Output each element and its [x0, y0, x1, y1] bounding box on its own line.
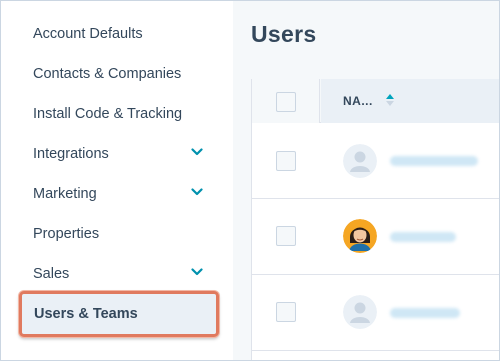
sidebar-item-label: Contacts & Companies	[33, 66, 182, 82]
select-all-checkbox[interactable]	[276, 92, 296, 112]
row-checkbox[interactable]	[276, 151, 296, 171]
table-row[interactable]	[252, 200, 499, 275]
settings-sidebar: Account Defaults Contacts & Companies In…	[1, 1, 233, 360]
select-all-cell	[252, 79, 320, 123]
page-title: Users	[251, 21, 317, 47]
sidebar-item-marketing[interactable]: Marketing	[19, 174, 215, 214]
default-avatar-icon	[343, 295, 377, 329]
default-avatar-icon	[343, 144, 377, 178]
sidebar-item-integrations[interactable]: Integrations	[19, 134, 215, 174]
sidebar-item-install-code-tracking[interactable]: Install Code & Tracking	[19, 94, 215, 134]
table-row[interactable]	[252, 276, 499, 351]
user-photo-avatar	[343, 219, 377, 253]
sidebar-item-sales[interactable]: Sales	[19, 254, 215, 294]
sidebar-item-label: Integrations	[33, 146, 109, 162]
sidebar-item-label: Sales	[33, 266, 70, 282]
row-checkbox[interactable]	[276, 226, 296, 246]
sidebar-item-account-defaults[interactable]: Account Defaults	[19, 14, 215, 54]
user-name-link[interactable]	[390, 308, 460, 318]
table-header: NA...	[252, 79, 499, 123]
chevron-down-icon[interactable]	[191, 146, 203, 158]
settings-window: Account Defaults Contacts & Companies In…	[0, 0, 500, 361]
sidebar-item-label: Properties	[33, 226, 100, 242]
sidebar-item-label: Marketing	[33, 186, 97, 202]
name-column-header[interactable]: NA...	[321, 79, 499, 123]
user-name-link[interactable]	[390, 156, 478, 166]
sidebar-item-contacts-companies[interactable]: Contacts & Companies	[19, 54, 215, 94]
sidebar-item-label: Users & Teams	[34, 306, 138, 322]
chevron-down-icon[interactable]	[191, 186, 203, 198]
sidebar-item-label: Install Code & Tracking	[33, 106, 183, 122]
users-table: NA...	[251, 79, 499, 360]
sidebar-item-properties[interactable]: Properties	[19, 214, 215, 254]
column-header-label: NA...	[343, 94, 373, 108]
chevron-down-icon[interactable]	[191, 266, 203, 278]
table-row[interactable]	[252, 124, 499, 199]
user-name-link[interactable]	[390, 232, 456, 242]
main-content: Users NA...	[233, 1, 499, 360]
sort-ascending-icon[interactable]	[385, 93, 395, 107]
sidebar-item-label: Account Defaults	[33, 26, 143, 42]
row-checkbox[interactable]	[276, 302, 296, 322]
sidebar-item-users-teams[interactable]: Users & Teams	[19, 291, 219, 337]
